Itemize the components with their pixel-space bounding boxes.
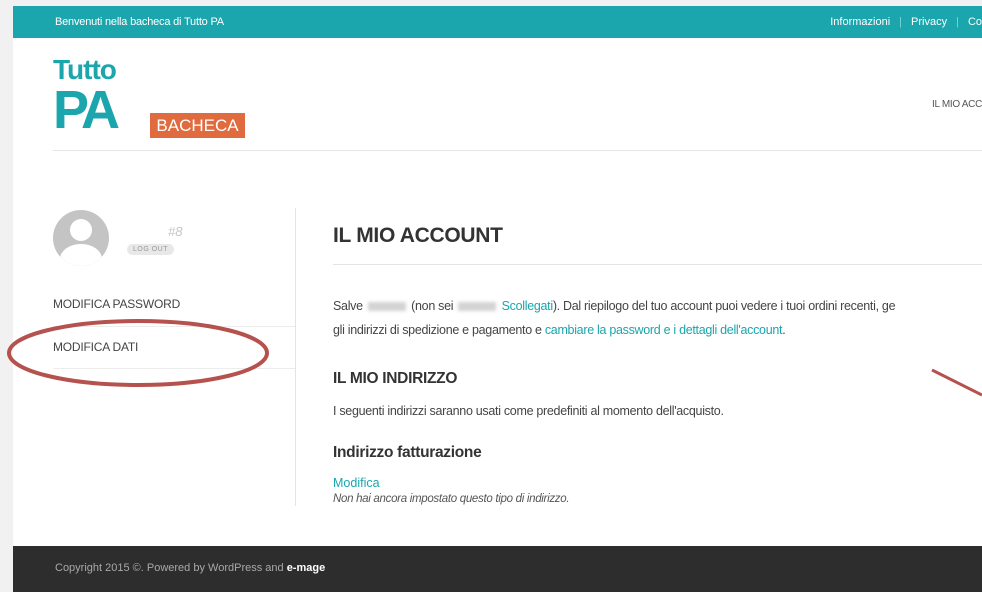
logo-badge: BACHECA [150,113,245,138]
header-divider [53,150,982,151]
logout-button[interactable]: LOG OUT [127,244,175,255]
logo-text-pa: PA [53,80,120,140]
top-bar: Benvenuti nella bacheca di Tutto PA Info… [13,6,982,38]
redacted-username [458,302,497,312]
nav-my-account[interactable]: IL MIO ACC [932,99,982,110]
site-logo[interactable]: Tutto PA BACHECA [53,56,248,141]
edit-billing-link[interactable]: Modifica [333,476,380,490]
redacted-username [367,302,406,312]
welcome-text: Benvenuti nella bacheca di Tutto PA [55,16,224,28]
sidebar-divider [295,208,296,506]
intro-not-you: (non sei [411,299,454,313]
separator: | [956,16,959,28]
avatar-body [60,244,102,266]
intro-line2: gli indirizzi di spedizione e pagamento … [333,323,545,337]
intro-rest: ). Dal riepilogo del tuo account puoi ve… [552,299,896,313]
page-title: IL MIO ACCOUNT [333,224,503,247]
billing-heading: Indirizzo fatturazione [333,444,482,461]
sidebar-item-edit-data[interactable]: MODIFICA DATI [53,340,138,354]
separator: | [899,16,903,28]
avatar [53,210,109,266]
copyright-label: Copyright 2015 ©. Powered by WordPress a… [55,562,287,574]
avatar-head [70,219,92,241]
contact-link[interactable]: Co [968,16,982,28]
intro-text: Salve (non sei Scollegati). Dal riepilog… [333,294,982,342]
address-description: I seguenti indirizzi saranno usati come … [333,404,724,418]
sidebar-item-change-password[interactable]: MODIFICA PASSWORD [53,297,180,311]
logout-link[interactable]: Scollegati [502,299,554,313]
copyright-text: Copyright 2015 ©. Powered by WordPress a… [55,562,325,574]
menu-divider [53,326,295,327]
intro-period: . [782,323,786,337]
user-number: #8 [168,224,183,239]
footer-brand[interactable]: e-mage [287,562,326,574]
top-links: Informazioni | Privacy | Co [830,16,982,28]
title-divider [333,264,982,265]
address-heading: IL MIO INDIRIZZO [333,370,458,387]
intro-greeting: Salve [333,299,363,313]
page: Benvenuti nella bacheca di Tutto PA Info… [13,6,982,592]
no-address-note: Non hai ancora impostato questo tipo di … [333,493,570,505]
account-sidebar: #8 LOG OUT MODIFICA PASSWORD MODIFICA DA… [53,206,295,506]
privacy-link[interactable]: Privacy [911,16,947,28]
info-link[interactable]: Informazioni [830,16,890,28]
menu-divider [53,368,295,369]
footer: Copyright 2015 ©. Powered by WordPress a… [13,546,982,592]
account-details-link[interactable]: cambiare la password e i dettagli dell'a… [545,323,783,337]
